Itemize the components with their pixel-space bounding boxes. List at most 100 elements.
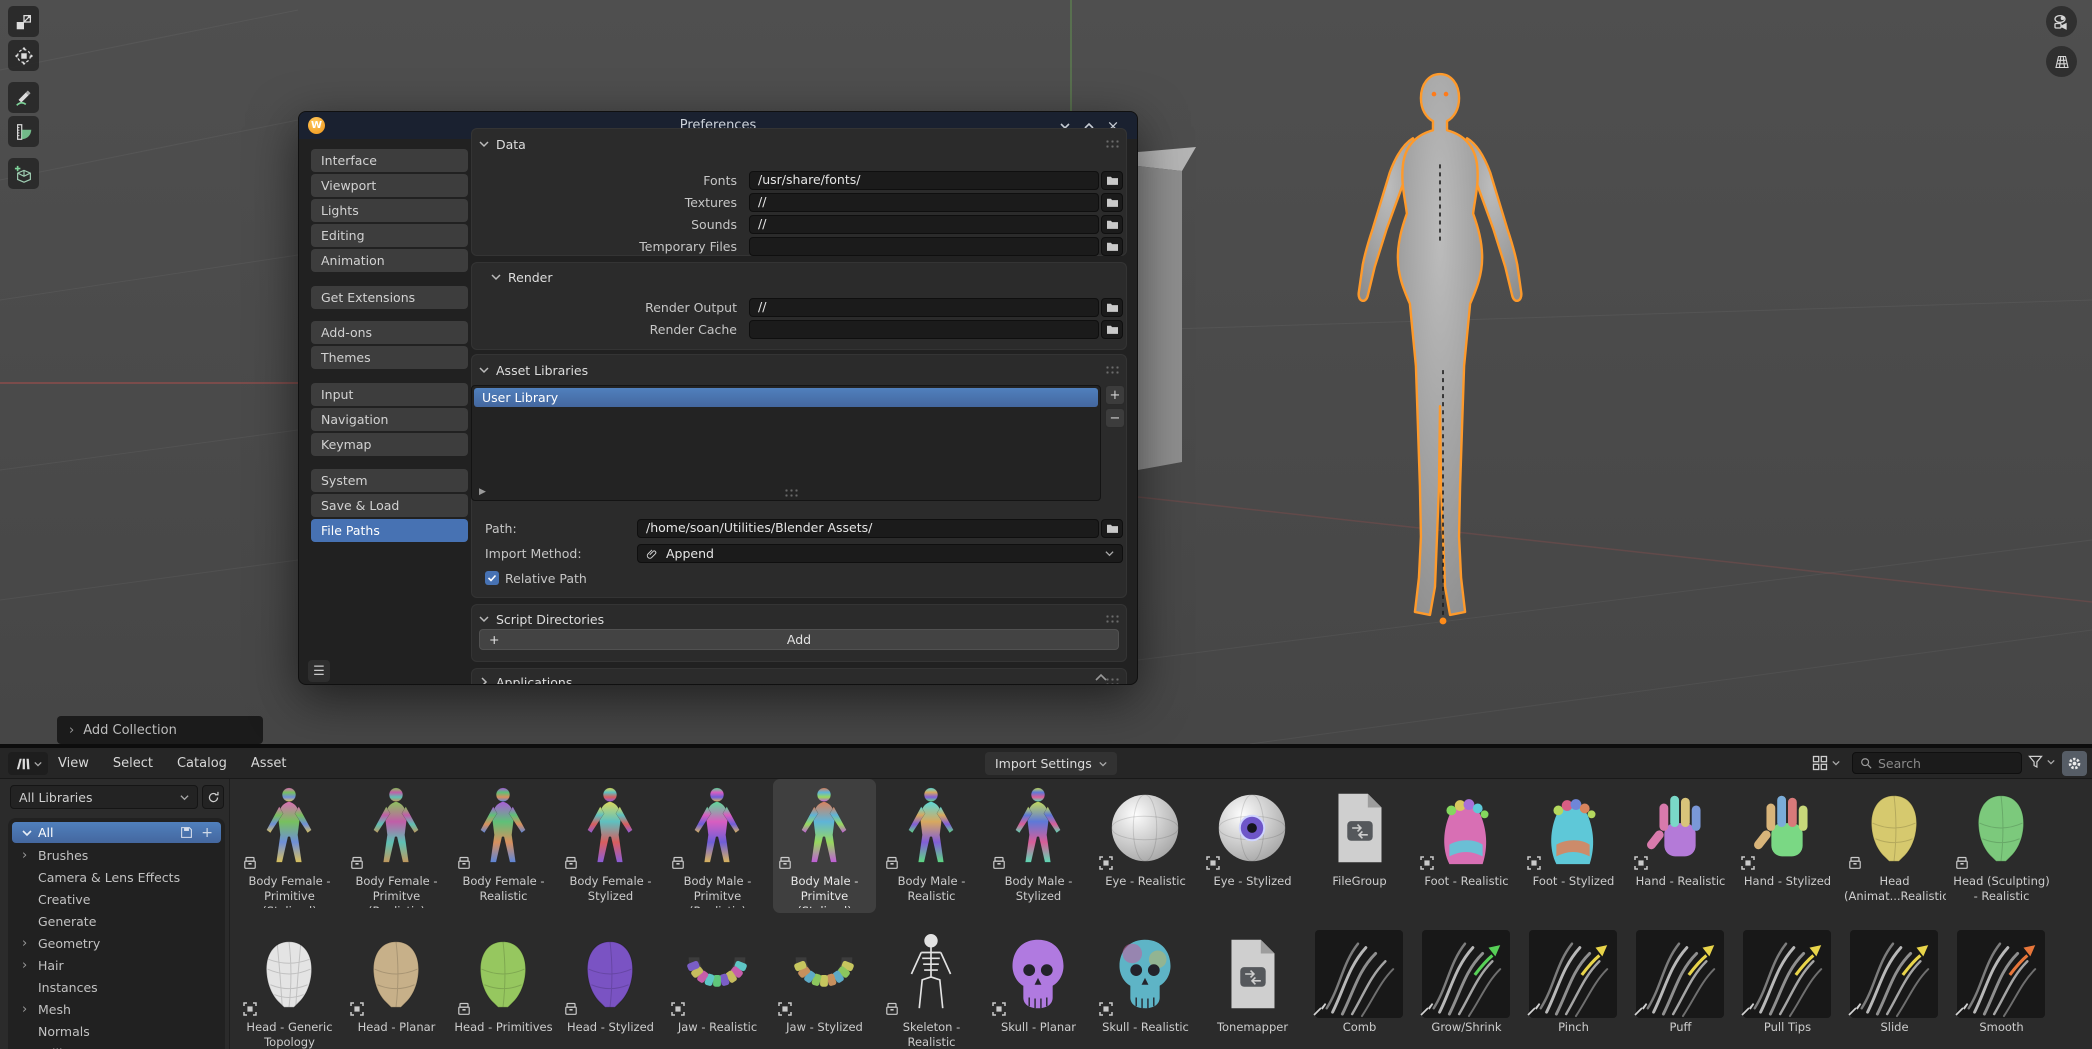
catalog-item-generate[interactable]: Generate [8, 910, 225, 932]
search-input[interactable] [1878, 756, 1998, 771]
import-method-dropdown[interactable]: Append [637, 544, 1123, 563]
catalog-item-hair[interactable]: ›Hair [8, 954, 225, 976]
field-input-textures[interactable]: // [749, 193, 1099, 212]
asset-card[interactable]: Body Female - Primitve (Realistic) [345, 779, 448, 913]
relative-path-checkbox[interactable] [485, 571, 499, 585]
catalog-item-brushes[interactable]: ›Brushes [8, 844, 225, 866]
chevron-right-icon[interactable]: › [22, 1046, 32, 1049]
asset-card[interactable]: Tonemapper [1201, 925, 1304, 1049]
asset-card[interactable]: Smooth [1950, 925, 2053, 1049]
asset-card[interactable]: Foot - Realistic [1415, 779, 1518, 913]
save-library-icon[interactable] [180, 826, 193, 839]
refresh-library-button[interactable] [202, 785, 224, 809]
annotate-tool-button[interactable] [8, 82, 39, 113]
menu-catalog[interactable]: Catalog [177, 756, 227, 771]
measure-tool-button[interactable] [8, 116, 39, 147]
asset-card[interactable]: Pinch [1522, 925, 1625, 1049]
tab-file-paths[interactable]: File Paths [311, 519, 468, 542]
tab-keymap[interactable]: Keymap [311, 433, 468, 456]
library-row[interactable]: User Library [474, 388, 1098, 407]
asset-card[interactable]: Hand - Realistic [1629, 779, 1732, 913]
transform-tool-button[interactable] [8, 6, 39, 37]
catalog-item-camera-lens-effects[interactable]: Camera & Lens Effects [8, 866, 225, 888]
browse-button[interactable] [1101, 298, 1123, 317]
asset-card[interactable]: Body Male - Primitve (Realistic) [666, 779, 769, 913]
field-input-fonts[interactable]: /usr/share/fonts/ [749, 171, 1099, 190]
scroll-up-indicator[interactable] [1094, 672, 1108, 682]
tab-interface[interactable]: Interface [311, 149, 468, 172]
browse-button[interactable] [1101, 320, 1123, 339]
tab-input[interactable]: Input [311, 383, 468, 406]
asset-card[interactable]: Body Male - Stylized [987, 779, 1090, 913]
asset-card[interactable]: Body Female - Primitive (Stylized) [238, 779, 341, 913]
menu-select[interactable]: Select [113, 756, 153, 771]
editor-type-button[interactable] [8, 752, 48, 775]
asset-card[interactable]: Head (Animat...Realistic [1843, 779, 1946, 913]
script-directories-section-header[interactable]: Script Directories [479, 611, 604, 627]
add-library-button[interactable]: + [1105, 385, 1125, 405]
data-section-header[interactable]: Data [479, 136, 526, 152]
asset-search-box[interactable] [1852, 752, 2022, 774]
browse-button[interactable] [1101, 237, 1123, 256]
add-primitive-button[interactable] [8, 158, 39, 189]
drag-handle-dots[interactable] [1105, 614, 1121, 623]
catalog-item-instances[interactable]: Instances [8, 976, 225, 998]
scene-camera-button[interactable] [2046, 6, 2077, 37]
chevron-right-icon[interactable]: › [22, 958, 32, 973]
filter-button[interactable] [2028, 755, 2055, 769]
asset-card[interactable]: Body Male - Realistic [880, 779, 983, 913]
preferences-window[interactable]: W Preferences × Data Render Asset Librar… [298, 111, 1138, 685]
remove-library-button[interactable]: − [1105, 408, 1125, 428]
list-expand-icon[interactable]: ▶ [479, 487, 486, 497]
menu-view[interactable]: View [58, 756, 89, 771]
catalog-item-normals[interactable]: Normals [8, 1020, 225, 1042]
navigate-gizmo-button[interactable] [8, 40, 39, 71]
floor-grid-button[interactable] [2046, 46, 2077, 77]
render-section-header[interactable]: Render [491, 269, 553, 285]
tab-save-load[interactable]: Save & Load [311, 494, 468, 517]
asset-library-list[interactable]: ▶ User Library [471, 385, 1101, 501]
asset-card[interactable]: Skull - Realistic [1094, 925, 1197, 1049]
female-body-model[interactable] [1332, 64, 1548, 638]
catalog-item-mesh[interactable]: ›Mesh [8, 998, 225, 1020]
asset-card[interactable]: Jaw - Stylized [773, 925, 876, 1049]
tab-themes[interactable]: Themes [311, 346, 468, 369]
field-input-render-output[interactable]: // [749, 298, 1099, 317]
add-collection-panel[interactable]: › Add Collection [57, 716, 263, 744]
catalog-item-geometry[interactable]: ›Geometry [8, 932, 225, 954]
asset-card[interactable]: Head - Planar [345, 925, 448, 1049]
library-path-input[interactable]: /home/soan/Utilities/Blender Assets/ [637, 519, 1099, 538]
asset-card[interactable]: Puff [1629, 925, 1732, 1049]
chevron-right-icon[interactable]: › [22, 936, 32, 951]
asset-card[interactable]: Grow/Shrink [1415, 925, 1518, 1049]
applications-section-header[interactable]: Applications [479, 674, 572, 685]
drag-handle-dots[interactable] [1105, 365, 1121, 374]
asset-card[interactable]: Head - Stylized [559, 925, 662, 1049]
asset-card[interactable]: Foot - Stylized [1522, 779, 1625, 913]
asset-card[interactable]: Jaw - Realistic [666, 925, 769, 1049]
asset-card[interactable]: FileGroup [1308, 779, 1411, 913]
catalog-item-all[interactable]: All+ [12, 822, 221, 843]
add-catalog-icon[interactable]: + [201, 825, 213, 841]
menu-asset[interactable]: Asset [251, 756, 287, 771]
asset-card[interactable]: Pull Tips [1736, 925, 1839, 1049]
import-settings-button[interactable]: Import Settings [985, 752, 1117, 775]
asset-card[interactable]: Head - Generic Topology [238, 925, 341, 1049]
field-input-render-cache[interactable] [749, 320, 1099, 339]
menu-hamburger-button[interactable]: ☰ [308, 660, 330, 682]
filter-settings-toggle[interactable] [2062, 751, 2087, 776]
browse-button[interactable] [1101, 215, 1123, 234]
tab-system[interactable]: System [311, 469, 468, 492]
browse-button[interactable] [1101, 171, 1123, 190]
asset-card[interactable]: Body Female - Realistic [452, 779, 555, 913]
asset-libraries-section-header[interactable]: Asset Libraries [479, 362, 588, 378]
tab-viewport[interactable]: Viewport [311, 174, 468, 197]
tab-get-extensions[interactable]: Get Extensions [311, 286, 468, 309]
asset-card[interactable]: Head - Primitives [452, 925, 555, 1049]
field-input-temporary-files[interactable] [749, 237, 1099, 256]
asset-card[interactable]: Eye - Stylized [1201, 779, 1304, 913]
path-browse-button[interactable] [1101, 519, 1123, 538]
tab-add-ons[interactable]: Add-ons [311, 321, 468, 344]
catalog-item-utility[interactable]: ›Utility [8, 1042, 225, 1049]
chevron-right-icon[interactable]: › [22, 1002, 32, 1017]
